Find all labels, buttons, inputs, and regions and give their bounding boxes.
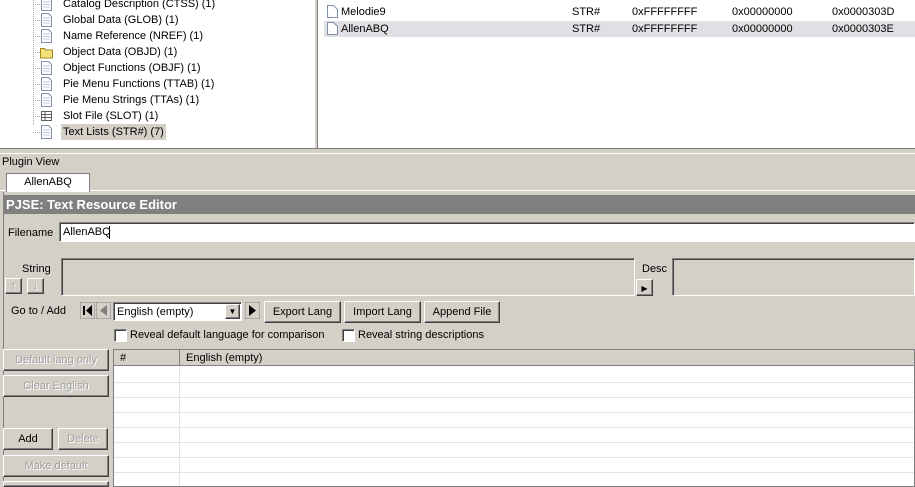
grid-row-line: [114, 427, 914, 428]
grid-row-line: [114, 457, 914, 458]
page-icon: [41, 77, 52, 91]
editor-title: PJSE: Text Resource Editor: [3, 195, 915, 214]
clear-english-button[interactable]: Clear English: [3, 375, 109, 397]
tree-connector-branch: [33, 20, 40, 21]
page-icon: [327, 22, 338, 35]
triangle-right-icon: ▶: [641, 283, 648, 293]
resource-instance: 0x0000303E: [832, 23, 894, 35]
next-language-button[interactable]: [245, 302, 260, 319]
text-caret: [109, 226, 110, 239]
folder-icon: [40, 48, 53, 59]
append-file-button[interactable]: Append File: [424, 301, 500, 323]
reveal-default-label: Reveal default language for comparison: [130, 329, 325, 341]
previous-icon: [96, 302, 111, 319]
reveal-desc-label: Reveal string descriptions: [358, 329, 484, 341]
desc-expand-button[interactable]: ▶: [636, 279, 653, 296]
tree-connector-branch: [33, 4, 40, 5]
import-lang-button[interactable]: Import Lang: [344, 301, 421, 323]
language-selected-value: English (empty): [117, 306, 194, 318]
plugin-view-header: Plugin View: [0, 153, 915, 169]
export-lang-button[interactable]: Export Lang: [264, 301, 341, 323]
tab-allenabq[interactable]: AllenABQ: [6, 173, 90, 192]
page-icon: [41, 61, 52, 75]
tree-connector-branch: [33, 116, 40, 117]
string-textbox[interactable]: [61, 258, 635, 296]
tree-item-label: Name Reference (NREF) (1): [63, 30, 203, 42]
tree-item-label: Text Lists (STR#) (7): [61, 124, 166, 140]
more-button[interactable]: [3, 481, 109, 487]
grid-row-line: [114, 397, 914, 398]
desc-label: Desc: [642, 263, 668, 275]
language-select[interactable]: English (empty) ▼: [113, 302, 242, 321]
resource-instance-hi: 0x00000000: [732, 6, 793, 18]
tree-item-label: Global Data (GLOB) (1): [63, 14, 179, 26]
add-button[interactable]: Add: [3, 428, 53, 450]
resource-type: STR#: [572, 6, 601, 18]
tree-item-label: Object Functions (OBJF) (1): [63, 62, 201, 74]
grid-row-line: [114, 382, 914, 383]
tree-connector-branch: [33, 68, 40, 69]
language-dropdown-button[interactable]: ▼: [225, 304, 240, 319]
resource-row[interactable]: Melodie9 STR# 0xFFFFFFFF 0x00000000 0x000030…: [324, 4, 915, 20]
tab-strip: [0, 169, 915, 191]
grid-header-number[interactable]: #: [114, 350, 180, 366]
tree-item-label: Slot File (SLOT) (1): [63, 110, 159, 122]
tree-connector-branch: [33, 52, 40, 53]
tree-connector-branch: [33, 132, 40, 133]
tree-connector-branch: [33, 84, 40, 85]
first-language-button[interactable]: [80, 302, 95, 319]
reveal-desc-checkbox[interactable]: [342, 329, 355, 342]
resource-row[interactable]: AllenABQ STR# 0xFFFFFFFF 0x00000000 0x000030…: [324, 21, 915, 37]
strings-grid[interactable]: # English (empty): [113, 349, 915, 487]
page-icon: [327, 5, 338, 18]
resource-group: 0xFFFFFFFF: [632, 6, 698, 18]
resource-name: AllenABQ: [341, 23, 389, 35]
tree-item-label: Pie Menu Functions (TTAB) (1): [63, 78, 215, 90]
tree-connector-branch: [33, 36, 40, 37]
grid-row-line: [114, 472, 914, 473]
grid-icon: [41, 111, 52, 121]
page-icon: [41, 13, 52, 27]
tree-item-label: Catalog Description (CTSS) (1): [63, 0, 216, 10]
page-icon: [41, 29, 52, 43]
string-down-button[interactable]: ↓: [27, 278, 44, 294]
first-icon: [80, 302, 95, 319]
arrow-up-icon: ↑: [10, 280, 17, 292]
delete-button[interactable]: Delete: [58, 428, 108, 450]
previous-language-button[interactable]: [96, 302, 111, 319]
grid-row-line: [114, 442, 914, 443]
resource-list[interactable]: Melodie9 STR# 0xFFFFFFFF 0x00000000 0x000030…: [318, 0, 915, 148]
filename-value: AllenABQ: [63, 226, 111, 238]
string-label: String: [22, 263, 51, 275]
resource-name: Melodie9: [341, 6, 386, 18]
resource-instance-hi: 0x00000000: [732, 23, 793, 35]
default-lang-only-button[interactable]: Default lang only: [3, 349, 109, 371]
resource-group: 0xFFFFFFFF: [632, 23, 698, 35]
tree-connector-branch: [33, 100, 40, 101]
page-icon: [41, 0, 52, 11]
resource-type: STR#: [572, 23, 601, 35]
tree-connector: [33, 0, 34, 125]
filename-field[interactable]: AllenABQ: [59, 222, 915, 242]
page-icon: [41, 125, 52, 139]
filename-label: Filename: [8, 227, 54, 239]
desc-textbox[interactable]: [672, 258, 915, 296]
string-up-button[interactable]: ↑: [5, 278, 22, 294]
grid-header-language[interactable]: English (empty): [180, 350, 914, 366]
chevron-down-icon: ▼: [228, 307, 237, 316]
tree-item-label: Pie Menu Strings (TTAs) (1): [63, 94, 200, 106]
make-default-button[interactable]: Make default: [3, 455, 109, 477]
resource-tree[interactable]: Catalog Description (CTSS) (1) Global Dat…: [0, 0, 314, 148]
tree-item-label: Object Data (OBJD) (1): [63, 46, 178, 58]
next-icon: [245, 302, 260, 319]
arrow-down-icon: ↓: [32, 280, 39, 292]
page-icon: [41, 93, 52, 107]
resource-instance: 0x0000303D: [832, 6, 895, 18]
goto-add-label: Go to / Add: [11, 305, 67, 317]
grid-row-line: [114, 412, 914, 413]
reveal-default-checkbox[interactable]: [114, 329, 127, 342]
